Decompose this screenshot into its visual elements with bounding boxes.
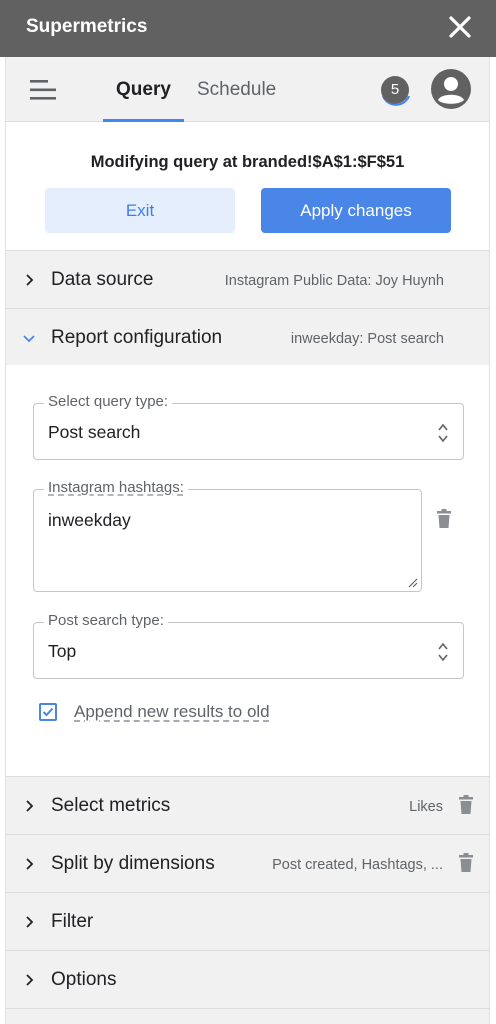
trash-icon[interactable] bbox=[458, 853, 474, 873]
chevron-right-icon bbox=[26, 974, 34, 986]
sidebar-panel: Query Schedule 5 Modifying query at bran… bbox=[5, 57, 490, 1024]
section-options[interactable]: Options bbox=[6, 950, 489, 1008]
hamburger-menu-icon[interactable] bbox=[30, 79, 56, 101]
section-summary: Post created, Hashtags, ... bbox=[272, 857, 443, 873]
section-report-configuration[interactable]: Report configuration inweekday: Post sea… bbox=[6, 308, 489, 366]
append-results-checkbox[interactable] bbox=[39, 703, 57, 721]
section-summary: Likes bbox=[409, 799, 443, 815]
chevron-right-icon bbox=[26, 858, 34, 870]
query-type-label: Select query type: bbox=[44, 393, 173, 410]
modifying-query-text: Modifying query at branded!$A$1:$F$51 bbox=[90, 153, 405, 171]
checkbox-checked-icon bbox=[42, 707, 54, 717]
hashtags-textarea[interactable]: Instagram hashtags: inweekday bbox=[33, 479, 422, 592]
app-titlebar: Supermetrics bbox=[0, 0, 496, 57]
active-tab-indicator bbox=[103, 119, 184, 122]
hashtags-value: inweekday bbox=[48, 510, 131, 530]
chevron-right-icon bbox=[26, 916, 34, 928]
trash-icon[interactable] bbox=[436, 509, 452, 529]
append-results-label[interactable]: Append new results to old bbox=[74, 702, 270, 722]
section-filter[interactable]: Filter bbox=[6, 892, 489, 950]
trash-icon[interactable] bbox=[458, 795, 474, 815]
section-data-source[interactable]: Data source Instagram Public Data: Joy H… bbox=[6, 250, 489, 308]
close-icon[interactable] bbox=[447, 14, 473, 40]
up-down-arrows-icon bbox=[438, 423, 448, 443]
section-summary: Instagram Public Data: Joy Huynh bbox=[224, 273, 444, 289]
notification-badge[interactable]: 5 bbox=[379, 74, 413, 108]
chevron-right-icon bbox=[26, 800, 34, 812]
chevron-right-icon bbox=[26, 274, 34, 286]
section-label: Report configuration bbox=[51, 327, 223, 348]
up-down-arrows-icon bbox=[438, 642, 448, 662]
section-label: Select metrics bbox=[51, 795, 171, 816]
post-search-type-value: Top bbox=[48, 641, 77, 661]
query-type-select[interactable]: Select query type: Post search bbox=[33, 393, 464, 460]
exit-button[interactable]: Exit bbox=[45, 188, 235, 233]
section-split-by-dimensions[interactable]: Split by dimensions Post created, Hashta… bbox=[6, 834, 489, 892]
query-type-value: Post search bbox=[48, 422, 141, 442]
top-nav: Query Schedule 5 bbox=[6, 57, 489, 122]
section-summary: inweekday: Post search bbox=[290, 331, 444, 347]
section-label: Filter bbox=[51, 911, 94, 932]
section-select-metrics[interactable]: Select metrics Likes bbox=[6, 776, 489, 834]
section-label: Split by dimensions bbox=[51, 853, 215, 874]
section-next-partial bbox=[6, 1008, 489, 1024]
section-label: Data source bbox=[51, 269, 154, 290]
section-label: Options bbox=[51, 969, 117, 990]
tab-schedule[interactable]: Schedule bbox=[197, 79, 276, 101]
account-circle-icon[interactable] bbox=[431, 69, 471, 109]
tab-query[interactable]: Query bbox=[116, 79, 171, 101]
apply-changes-button[interactable]: Apply changes bbox=[261, 188, 451, 233]
chevron-down-icon bbox=[23, 335, 35, 343]
post-search-type-label: Post search type: bbox=[44, 612, 168, 629]
post-search-type-select[interactable]: Post search type: Top bbox=[33, 612, 464, 679]
hashtags-label: Instagram hashtags: bbox=[44, 479, 188, 496]
badge-count: 5 bbox=[381, 76, 409, 104]
resize-handle-icon[interactable] bbox=[408, 578, 418, 588]
app-title: Supermetrics bbox=[26, 16, 148, 37]
